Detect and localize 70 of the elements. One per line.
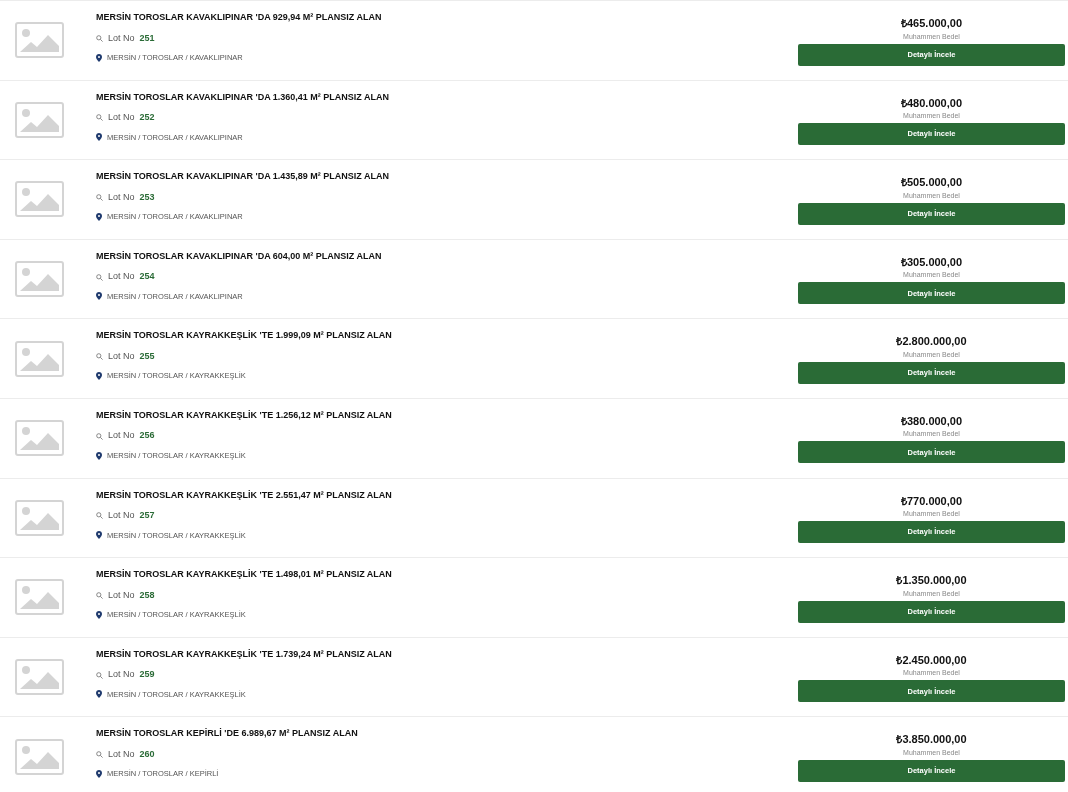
search-icon [96, 591, 103, 599]
image-placeholder-icon [15, 181, 64, 218]
lot-number: 258 [139, 588, 155, 602]
price: ₺2.450.000,00 [896, 652, 967, 668]
location-pin-icon [96, 610, 102, 619]
image-placeholder-icon [15, 499, 64, 536]
location-pin-icon [96, 133, 102, 142]
location-pin-icon [96, 292, 102, 301]
image-placeholder-icon [15, 738, 64, 775]
search-icon [96, 512, 103, 520]
lot-label: Lot No [108, 588, 135, 602]
image-placeholder-icon [15, 340, 64, 377]
lot-label: Lot No [108, 31, 135, 45]
listing-title: MERSİN TOROSLAR KAYRAKKEŞLİK 'TE 2.551,47 M² PLANSIZ ALAN [96, 488, 393, 502]
location-pin-icon [96, 451, 102, 460]
location-pin-icon [96, 690, 102, 699]
price: ₺3.850.000,00 [896, 732, 967, 748]
location-pin-icon [96, 53, 102, 62]
location-pin-icon [96, 769, 102, 778]
lot-label: Lot No [108, 747, 135, 761]
location-pin-icon [96, 372, 102, 380]
lot-number: 256 [139, 429, 155, 443]
lot-number: 259 [139, 668, 155, 682]
search-icon [96, 193, 103, 201]
listing-title: MERSİN TOROSLAR KAYRAKKEŞLİK 'TE 1.739,24 M² PLANSIZ ALAN [96, 647, 393, 661]
listing-title: MERSİN TOROSLAR KAVAKLIPINAR 'DA 1.435,89 M² PLANSIZ ALAN [96, 170, 390, 184]
image-placeholder-icon [15, 101, 64, 138]
image-placeholder-icon [15, 659, 64, 696]
image-placeholder-icon [15, 420, 64, 457]
lot-number: 252 [139, 111, 155, 125]
lot-number: 251 [139, 31, 155, 45]
search-icon [96, 34, 103, 42]
location-pin-icon [96, 531, 102, 540]
listing-title: MERSİN TOROSLAR KAYRAKKEŞLİK 'TE 1.256,12 M² PLANSIZ ALAN [96, 408, 393, 422]
price: ₺305.000,00 [900, 254, 963, 270]
listing-title: MERSİN TOROSLAR KAVAKLIPINAR 'DA 1.360,41 M² PLANSIZ ALAN [96, 90, 390, 104]
search-icon [96, 432, 103, 440]
listing-title: MERSİN TOROSLAR KEPİRLİ 'DE 6.989,67 M² PLANSIZ ALAN [96, 727, 359, 741]
search-icon [96, 751, 103, 759]
listing-title: MERSİN TOROSLAR KAYRAKKEŞLİK 'TE 1.999,09 M² PLANSIZ ALAN [96, 329, 393, 343]
location-pin-icon [96, 212, 102, 221]
lot-label: Lot No [108, 270, 135, 284]
image-placeholder-icon [15, 22, 64, 59]
listing-title: MERSİN TOROSLAR KAYRAKKEŞLİK 'TE 1.498,01 M² PLANSIZ ALAN [96, 568, 393, 582]
listing-title: MERSİN TOROSLAR KAVAKLIPINAR 'DA 604,00 M² PLANSIZ ALAN [96, 249, 383, 263]
lot-label: Lot No [108, 349, 135, 363]
lot-number: 260 [139, 747, 155, 761]
lot-label: Lot No [108, 509, 135, 523]
lot-label: Lot No [108, 190, 135, 204]
price: ₺380.000,00 [900, 413, 963, 429]
listing-title: MERSİN TOROSLAR KAVAKLIPINAR 'DA 929,94 M² PLANSIZ ALAN [96, 11, 383, 24]
image-placeholder-icon [15, 579, 64, 616]
search-icon [96, 353, 103, 361]
image-placeholder-icon [15, 261, 64, 298]
search-icon [96, 273, 103, 281]
search-icon [96, 671, 103, 679]
lot-number: 254 [139, 270, 155, 284]
lot-label: Lot No [108, 429, 135, 443]
price: ₺2.800.000,00 [896, 334, 967, 350]
price: ₺505.000,00 [900, 175, 963, 191]
lot-number: 257 [139, 509, 155, 523]
price: ₺770.000,00 [900, 493, 963, 509]
price: ₺480.000,00 [900, 95, 963, 111]
lot-number: 253 [139, 190, 155, 204]
price: ₺1.350.000,00 [896, 573, 967, 589]
lot-number: 255 [139, 349, 155, 363]
price: ₺465.000,00 [900, 16, 963, 31]
lot-label: Lot No [108, 668, 135, 682]
search-icon [96, 114, 103, 122]
lot-label: Lot No [108, 111, 135, 125]
